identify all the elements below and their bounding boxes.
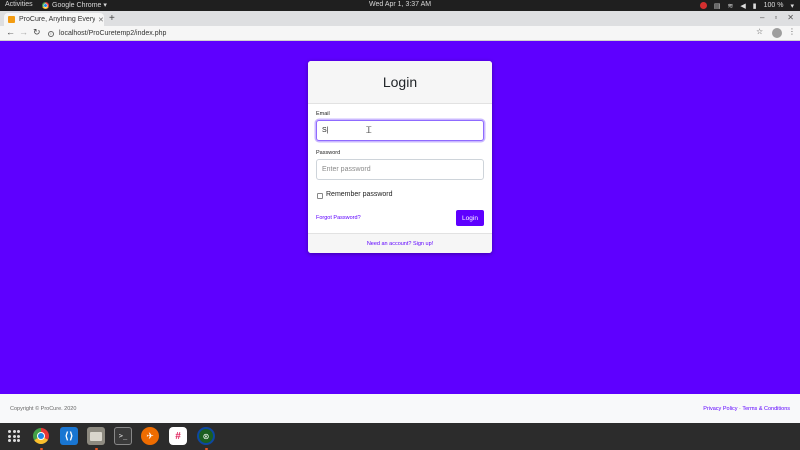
- system-tray[interactable]: ▤ ≋ ◀ ▮ 100 % ▾: [699, 0, 794, 11]
- login-form: Email S| Ꮖ Password Enter password Remem…: [308, 104, 492, 233]
- password-field[interactable]: Enter password: [316, 159, 484, 180]
- profile-avatar[interactable]: [772, 28, 782, 38]
- login-button[interactable]: Login: [456, 210, 484, 226]
- password-label: Password: [316, 150, 341, 156]
- login-card: Login Email S| Ꮖ Password Enter password…: [308, 61, 492, 253]
- maximize-icon[interactable]: ▫: [774, 13, 777, 22]
- email-field[interactable]: S| Ꮖ: [316, 120, 484, 141]
- clock[interactable]: Wed Apr 1, 3:37 AM: [369, 1, 431, 8]
- forgot-password-link[interactable]: Forgot Password?: [316, 215, 361, 221]
- chrome-icon: [42, 1, 49, 9]
- dock: ⟨⟩ >_ ✈ # ⊛: [0, 423, 800, 450]
- bookmark-star-icon[interactable]: ☆: [756, 27, 763, 36]
- tab-strip: ProCure, Anything Everything ✕ + – ▫ ✕: [0, 11, 800, 26]
- new-tab-button[interactable]: +: [109, 13, 115, 24]
- privacy-policy-link[interactable]: Privacy Policy: [703, 406, 737, 412]
- terminal-icon[interactable]: >_: [114, 427, 132, 445]
- files-icon[interactable]: [87, 427, 105, 445]
- volume-icon: ◀: [740, 2, 746, 10]
- text-cursor-icon: Ꮖ: [366, 126, 372, 136]
- remember-checkbox[interactable]: [317, 193, 323, 199]
- kebab-menu-icon[interactable]: ⋮: [788, 27, 796, 36]
- password-placeholder: Enter password: [322, 166, 371, 173]
- email-label: Email: [316, 111, 330, 117]
- battery-icon: ▮: [752, 2, 757, 10]
- address-bar: ← → ↻ i localhost/ProCuretemp2/index.php…: [0, 26, 800, 41]
- close-window-icon[interactable]: ✕: [787, 13, 794, 22]
- activities-button[interactable]: Activities: [5, 1, 33, 8]
- battery-percent: 100 %: [763, 2, 784, 9]
- url-field[interactable]: i localhost/ProCuretemp2/index.php: [48, 28, 748, 39]
- signup-link[interactable]: Need an account? Sign up!: [308, 233, 492, 253]
- reload-icon[interactable]: ↻: [33, 27, 41, 38]
- wifi-icon: ≋: [727, 2, 734, 10]
- app-menu[interactable]: Google Chrome ▾: [42, 1, 107, 9]
- slack-icon[interactable]: #: [169, 427, 187, 445]
- app-menu-label: Google Chrome ▾: [52, 2, 107, 9]
- forward-icon[interactable]: →: [19, 27, 28, 37]
- browser-tab[interactable]: ProCure, Anything Everything ✕: [4, 13, 104, 26]
- back-icon[interactable]: ←: [6, 27, 15, 37]
- vscode-icon[interactable]: ⟨⟩: [60, 427, 78, 445]
- chrome-icon[interactable]: [32, 427, 50, 445]
- page-content: Login Email S| Ꮖ Password Enter password…: [0, 41, 800, 394]
- postman-icon[interactable]: ✈: [141, 427, 159, 445]
- copyright-text: Copyright © ProCure. 2020: [10, 406, 77, 412]
- network-icon: ▤: [713, 2, 721, 10]
- tab-title: ProCure, Anything Everything: [19, 16, 95, 23]
- gitkraken-icon[interactable]: ⊛: [197, 427, 215, 445]
- site-footer: Copyright © ProCure. 2020 Privacy Policy…: [0, 394, 800, 423]
- login-title: Login: [308, 61, 492, 104]
- close-tab-icon[interactable]: ✕: [98, 16, 104, 24]
- footer-links: Privacy Policy · Terms & Conditions: [703, 406, 790, 412]
- indicator-red-icon[interactable]: [699, 2, 707, 9]
- info-icon[interactable]: i: [48, 30, 54, 37]
- email-value: S|: [322, 127, 329, 134]
- window-controls: – ▫ ✕: [760, 13, 794, 22]
- remember-label[interactable]: Remember password: [326, 191, 393, 198]
- favicon-icon: [8, 16, 15, 23]
- apps-grid-icon[interactable]: [5, 427, 23, 445]
- system-top-bar: Activities Google Chrome ▾ Wed Apr 1, 3:…: [0, 0, 800, 11]
- terms-link[interactable]: Terms & Conditions: [742, 406, 790, 412]
- url-text: localhost/ProCuretemp2/index.php: [59, 30, 167, 37]
- minimize-icon[interactable]: –: [760, 13, 764, 22]
- power-menu-icon[interactable]: ▾: [790, 2, 794, 10]
